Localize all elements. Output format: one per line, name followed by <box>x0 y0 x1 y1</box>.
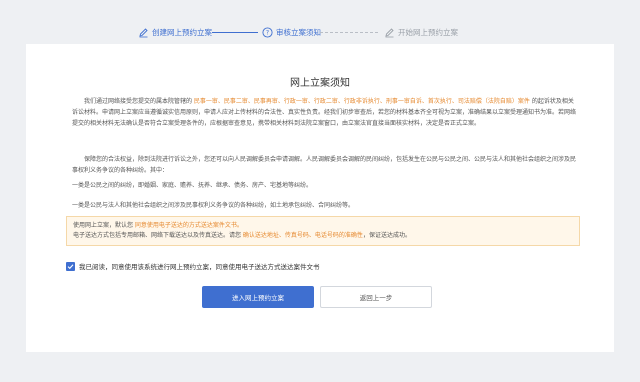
notice-highlight: 同意使用电子送达的方式送达案件文书。 <box>134 222 243 229</box>
step-create: 创建网上预约立案 <box>138 24 212 40</box>
notice-text: 使用网上立案，默认您 <box>73 222 135 229</box>
notice-paragraph-intro: 我们通过网络接受您提交的属本院管辖的 民事一审、民事二审、民事再审、行政一审、行… <box>72 96 578 129</box>
notice-text: ，保证送达成功。 <box>362 232 411 239</box>
notice-line-2: 电子送达方式包括专用邮箱、网络下载送达以及传真送达。请您 确认送达地址、传真号码… <box>73 231 573 241</box>
edit-icon <box>384 27 395 38</box>
case-types-highlight: 民事一审、民事二审、民事再审、行政一审、行政二审、行政非诉执行、刑事一审自诉、首… <box>193 98 530 105</box>
enter-online-filing-button[interactable]: 进入网上预约立案 <box>202 286 314 308</box>
notice-paragraph-mediation: 保障您的合法权益，除到法院进行诉讼之外，您还可以向人民调解委员会申请调解。人民调… <box>72 156 577 174</box>
edit-icon <box>138 27 149 38</box>
notice-text: 我们通过网络接受您提交的属本院管辖的 <box>84 98 194 105</box>
svg-text:?: ? <box>266 29 269 36</box>
notice-line-1: 使用网上立案，默认您 同意使用电子送达的方式送达案件文书。 <box>73 221 573 231</box>
agree-checkbox-row[interactable]: 我已阅读，同意使用该系统进行网上预约立案，同意使用电子送达方式送达案件文书 <box>66 260 320 272</box>
notice-paragraph-type1: 一类是公民之间的纠纷，即婚姻、家庭、赡养、抚养、继承、债务、房产、宅基地等纠纷。 <box>72 182 313 189</box>
step-create-label: 创建网上预约立案 <box>152 27 212 37</box>
step-connector <box>320 32 378 34</box>
step-connector <box>212 32 258 33</box>
step-review-label: 审核立案须知 <box>276 27 321 37</box>
agree-label: 我已阅读，同意使用该系统进行网上预约立案，同意使用电子送达方式送达案件文书 <box>79 263 320 271</box>
notice-highlight: 确认送达地址、传真号码、电话号码的准确性 <box>242 232 363 239</box>
notice-card: 网上立案须知 我们通过网络接受您提交的属本院管辖的 民事一审、民事二审、民事再审… <box>26 44 614 352</box>
notice-text: 电子送达方式包括专用邮箱、网络下载送达以及传真送达。请您 <box>73 232 243 239</box>
help-circle-icon: ? <box>262 26 273 38</box>
step-start: 开始网上预约立案 <box>384 24 458 40</box>
step-start-label: 开始网上预约立案 <box>398 27 458 37</box>
back-button[interactable]: 返回上一步 <box>320 286 432 308</box>
notice-paragraph-type2: 一类是公民与法人和其他社会组织之间涉及民事权利义务争议的各种纠纷，如土地承包纠纷… <box>72 202 355 209</box>
page-title: 网上立案须知 <box>290 78 350 89</box>
step-review: ? 审核立案须知 <box>262 24 321 40</box>
electronic-service-notice: 使用网上立案，默认您 同意使用电子送达的方式送达案件文书。 电子送达方式包括专用… <box>66 216 580 246</box>
agree-checkbox[interactable] <box>66 261 75 271</box>
